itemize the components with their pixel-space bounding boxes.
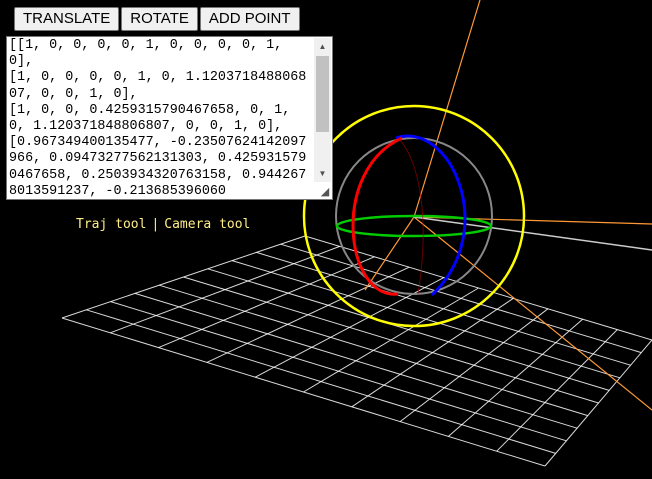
viewport-3d[interactable]: TRANSLATE ROTATE ADD POINT [[1, 0, 0, 0,…: [0, 0, 652, 479]
add-point-button[interactable]: ADD POINT: [199, 7, 300, 31]
textarea-scrollbar[interactable]: ▲ ▼: [314, 38, 331, 182]
scroll-down-arrow-icon[interactable]: ▼: [314, 165, 331, 182]
tool-links: Traj tool | Camera tool: [76, 217, 250, 232]
grid-line: [496, 329, 618, 452]
resize-grip-icon[interactable]: ◢: [319, 186, 331, 198]
trajectory-line-down: [413, 216, 652, 411]
rotate-ring-y[interactable]: [335, 214, 493, 238]
grid-line: [544, 339, 652, 467]
camera-tool-link[interactable]: Camera tool: [164, 217, 250, 232]
grid-line: [207, 268, 610, 391]
rotate-button[interactable]: ROTATE: [121, 7, 198, 31]
matrix-textarea-content[interactable]: [[1, 0, 0, 0, 0, 1, 0, 0, 0, 0, 1, 0], […: [9, 38, 313, 198]
trajectory-line-back: [364, 216, 415, 291]
grid-line: [280, 243, 642, 354]
tool-separator: |: [151, 217, 160, 232]
toolbar: TRANSLATE ROTATE ADD POINT: [14, 7, 300, 31]
grid-line: [351, 297, 514, 408]
matrix-textarea[interactable]: [[1, 0, 0, 0, 0, 1, 0, 0, 0, 0, 1, 0], […: [6, 36, 333, 200]
grid-line: [231, 260, 621, 379]
scroll-thumb[interactable]: [316, 56, 329, 132]
translate-button[interactable]: TRANSLATE: [14, 7, 120, 31]
trajectory-line-up: [413, 0, 481, 218]
scroll-up-arrow-icon[interactable]: ▲: [314, 38, 331, 55]
grid-line: [183, 276, 599, 404]
axis-line-white: [413, 216, 652, 251]
grid-line: [256, 251, 631, 366]
traj-tool-link[interactable]: Traj tool: [76, 217, 146, 232]
